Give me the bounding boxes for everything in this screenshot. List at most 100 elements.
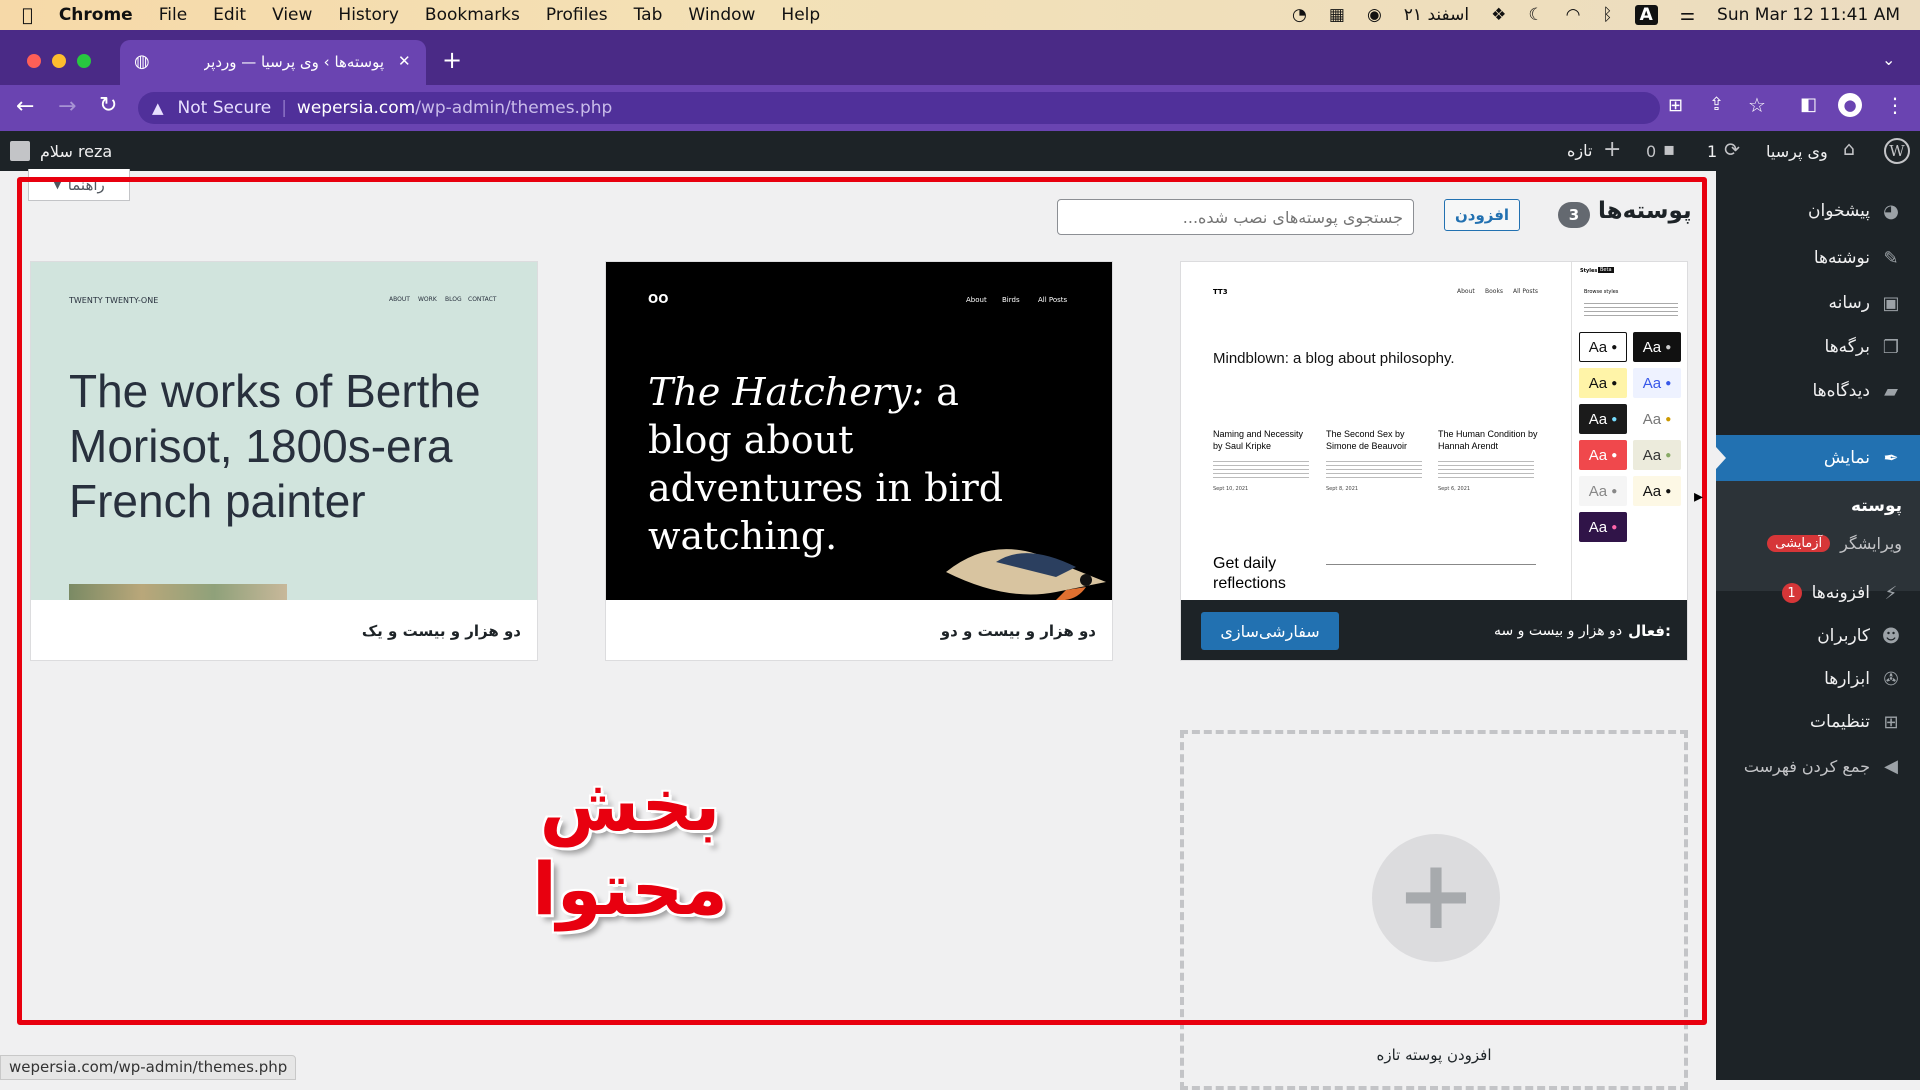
style-swatch[interactable]: Aa ● [1633,332,1681,362]
theme-screenshot[interactable]: TWENTY TWENTY-ONE ABOUT WORK BLOG CONTAC… [31,262,537,600]
menu-media[interactable]: رسانه ▣ [1716,283,1920,323]
side-panel-icon[interactable]: ◧ [1800,94,1817,115]
forward-icon[interactable]: → [58,94,76,119]
menu-history[interactable]: History [338,5,398,25]
dropbox-icon[interactable]: ❖ [1491,5,1506,25]
new-tab-button[interactable]: + [442,46,462,74]
zoom-window-button[interactable] [77,54,91,68]
menu-comments[interactable]: دیدگاه‌ها ▰ [1716,371,1920,411]
menu-plugins[interactable]: 1 افزونه‌ها ⚡ [1716,573,1920,613]
beta-badge: آزمایشی [1767,534,1831,552]
style-swatch[interactable]: Aa ● [1633,368,1681,398]
comment-bubble-icon[interactable]: ▪ [1663,139,1675,160]
settings-icon: ⊞ [1883,711,1899,733]
style-swatch[interactable]: Aa ● [1579,440,1627,470]
address-bar[interactable]: ▲ Not Secure | wepersia.com/wp-admin/the… [138,92,1660,124]
add-new-theme-card[interactable]: + افزودن پوسته تازه [1180,730,1688,1090]
menu-label: تنظیمات [1810,712,1870,732]
plus-icon[interactable]: + [1372,834,1500,962]
tab-search-chevron-icon[interactable]: ⌄ [1882,50,1895,69]
style-swatch[interactable]: Aa ● [1633,440,1681,470]
user-avatar[interactable] [10,141,30,161]
style-swatch[interactable]: Aa ● [1579,476,1627,506]
style-swatch[interactable]: Aa ● [1579,332,1627,362]
menu-file[interactable]: File [159,5,187,25]
menu-profiles[interactable]: Profiles [546,5,608,25]
styles-panel-description [1584,300,1678,316]
minimize-window-button[interactable] [52,54,66,68]
menu-users[interactable]: کاربران ☻ [1716,616,1920,656]
style-swatch[interactable]: Aa ● [1579,512,1627,542]
new-content-label[interactable]: تازه [1567,141,1592,160]
menu-posts[interactable]: نوشته‌ها ✎ [1716,238,1920,278]
theme-screenshot[interactable]: TT3 About Books All Posts Mindblown: a b… [1181,262,1687,600]
comments-count[interactable]: 0 [1646,142,1656,161]
persian-date[interactable]: ۲۱ اسفند [1404,5,1469,25]
share-icon[interactable]: ⇪ [1709,94,1724,115]
updates-icon[interactable]: ⟳ [1724,139,1740,161]
style-swatch[interactable]: Aa ● [1633,404,1681,434]
add-theme-button[interactable]: افزودن [1444,199,1520,231]
reload-icon[interactable]: ↻ [99,93,117,118]
bluetooth-icon[interactable]: ᛒ [1602,5,1612,25]
translate-icon[interactable]: ⊞ [1668,95,1683,116]
close-window-button[interactable] [27,54,41,68]
theme-card-twentytwentytwo[interactable]: OO About Birds All Posts The Hatchery: a… [605,261,1113,661]
url-path[interactable]: /wp-admin/themes.php [415,98,612,118]
customize-button[interactable]: سفارشی‌سازی [1201,612,1339,650]
clock[interactable]: Sun Mar 12 11:41 AM [1717,5,1900,25]
control-center-icon[interactable]: ⚌ [1680,5,1695,25]
menu-tab[interactable]: Tab [634,5,663,25]
submenu-themes[interactable]: پوسته [1716,486,1920,526]
bookmark-star-icon[interactable]: ☆ [1748,93,1766,117]
menu-collapse[interactable]: جمع کردن فهرست ◀ [1716,746,1920,786]
screen-record-icon[interactable]: ◔ [1292,5,1307,25]
wordpress-logo-icon[interactable]: W [1884,138,1910,164]
url-host[interactable]: wepersia.com [297,98,415,118]
theme-search-input[interactable] [1057,199,1414,235]
wifi-icon[interactable]: ◠ [1566,5,1581,25]
menu-label: نمایش [1823,448,1870,468]
apple-icon[interactable]:  [22,5,33,26]
menu-help[interactable]: Help [781,5,820,25]
wp-admin-bar: سلام reza تازه + 0 ▪ 1 ⟳ وی پرسیا ⌂ W [0,131,1920,171]
menu-appearance[interactable]: نمایش ✒ [1716,435,1920,481]
menu-bookmarks[interactable]: Bookmarks [425,5,520,25]
tab-active[interactable]: ◍ پوسته‌ها › وی پرسیا — وردپرس ✕ [120,40,426,85]
theme-card-twentytwentythree[interactable]: TT3 About Books All Posts Mindblown: a b… [1180,261,1688,661]
plus-icon[interactable]: + [1603,137,1621,162]
theme-name: دو هزار و بیست و سه [1493,623,1623,639]
menu-edit[interactable]: Edit [213,5,246,25]
theme-card-twentytwentyone[interactable]: TWENTY TWENTY-ONE ABOUT WORK BLOG CONTAC… [30,261,538,661]
submenu-editor[interactable]: ویرایشگر آزمایشی [1716,523,1920,563]
menu-pages[interactable]: برگه‌ها ❐ [1716,327,1920,367]
menu-tools[interactable]: ابزارها ✇ [1716,659,1920,699]
style-swatch[interactable]: Aa ● [1579,368,1627,398]
menu-view[interactable]: View [272,5,312,25]
theme-screenshot[interactable]: OO About Birds All Posts The Hatchery: a… [606,262,1112,600]
site-name[interactable]: وی پرسیا [1766,142,1828,161]
security-label[interactable]: Not Secure [178,98,272,118]
menu-dashboard[interactable]: پیشخوان ◕ [1716,191,1920,231]
add-new-theme-label[interactable]: افزودن پوسته تازه [1184,1046,1684,1064]
vpn-icon[interactable]: ◉ [1367,5,1382,25]
home-icon[interactable]: ⌂ [1843,138,1855,160]
warning-icon[interactable]: ▲ [152,99,164,117]
input-source-badge[interactable]: A [1634,5,1658,25]
menu-settings[interactable]: تنظیمات ⊞ [1716,702,1920,742]
help-tab[interactable]: ▼ راهنما [28,169,130,201]
profile-avatar-icon[interactable]: ● [1838,93,1862,117]
updates-count[interactable]: 1 [1707,142,1717,161]
menu-window[interactable]: Window [688,5,755,25]
style-swatch[interactable]: Aa ● [1633,476,1681,506]
layout-app-icon[interactable]: ▦ [1329,5,1345,25]
more-menu-icon[interactable]: ⋮ [1885,93,1905,117]
preview-nav-item: All Posts [1513,288,1539,295]
admin-greeting[interactable]: سلام reza [40,142,112,161]
app-menu-chrome[interactable]: Chrome [59,5,133,25]
night-shift-icon[interactable]: ☾ [1528,5,1543,25]
tab-close-icon[interactable]: ✕ [398,52,411,70]
preview-nav-item: ABOUT [389,296,410,303]
style-swatch[interactable]: Aa ● [1579,404,1627,434]
back-icon[interactable]: ← [16,94,34,119]
